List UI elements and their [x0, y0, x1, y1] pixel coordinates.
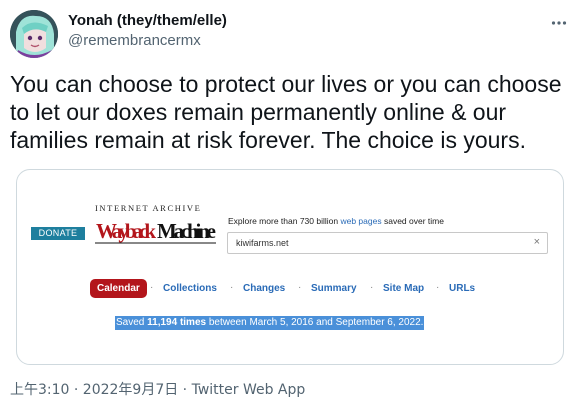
nav-separator: ·: [150, 282, 154, 293]
wayback-nav: Calendar · Collections · Changes · Summa…: [17, 279, 563, 299]
explore-text: Explore more than 730 billion web pages …: [228, 216, 444, 226]
nav-separator: ·: [230, 282, 234, 293]
svg-text:Machine: Machine: [157, 219, 216, 243]
handle[interactable]: @remembrancermx: [68, 32, 201, 49]
nav-separator: ·: [298, 282, 302, 293]
nav-separator: ·: [436, 282, 440, 293]
more-options-button[interactable]: [544, 8, 574, 38]
avatar-image: [10, 10, 58, 58]
tweet-timestamp[interactable]: 上午3:10 · 2022年9月7日 · Twitter Web App: [10, 379, 305, 399]
saved-suffix: between March 5, 2016 and September 6, 2…: [208, 317, 424, 328]
attached-image[interactable]: DONATE INTERNET ARCHIVE Wayback Machine …: [16, 169, 564, 365]
avatar[interactable]: [10, 10, 58, 58]
saved-summary: Saved 11,194 times between March 5, 2016…: [115, 316, 425, 330]
explore-prefix: Explore more than 730 billion: [228, 216, 339, 226]
more-icon: [551, 21, 567, 25]
svg-text:Wayback: Wayback: [96, 219, 156, 243]
wayback-machine-logo[interactable]: Wayback Machine: [95, 214, 217, 246]
url-input-value: kiwifarms.net: [236, 238, 289, 248]
clear-icon[interactable]: ×: [534, 236, 540, 248]
tweet: Yonah (they/them/elle) @remembrancermx Y…: [0, 0, 584, 407]
nav-collections[interactable]: Collections: [163, 283, 217, 294]
tweet-text: You can choose to protect our lives or y…: [10, 71, 562, 153]
saved-prefix: Saved: [116, 317, 145, 328]
url-search-input[interactable]: kiwifarms.net ×: [227, 232, 548, 254]
nav-changes[interactable]: Changes: [243, 283, 285, 294]
nav-separator: ·: [370, 282, 374, 293]
nav-urls[interactable]: URLs: [449, 283, 475, 294]
nav-calendar[interactable]: Calendar: [90, 279, 147, 298]
display-name[interactable]: Yonah (they/them/elle): [68, 12, 227, 29]
donate-button[interactable]: DONATE: [31, 227, 85, 240]
explore-suffix: saved over time: [383, 216, 444, 226]
web-pages-link[interactable]: web pages: [340, 216, 381, 226]
nav-summary[interactable]: Summary: [311, 283, 357, 294]
internet-archive-label: INTERNET ARCHIVE: [95, 203, 202, 213]
saved-count: 11,194 times: [147, 317, 207, 328]
nav-site-map[interactable]: Site Map: [383, 283, 424, 294]
